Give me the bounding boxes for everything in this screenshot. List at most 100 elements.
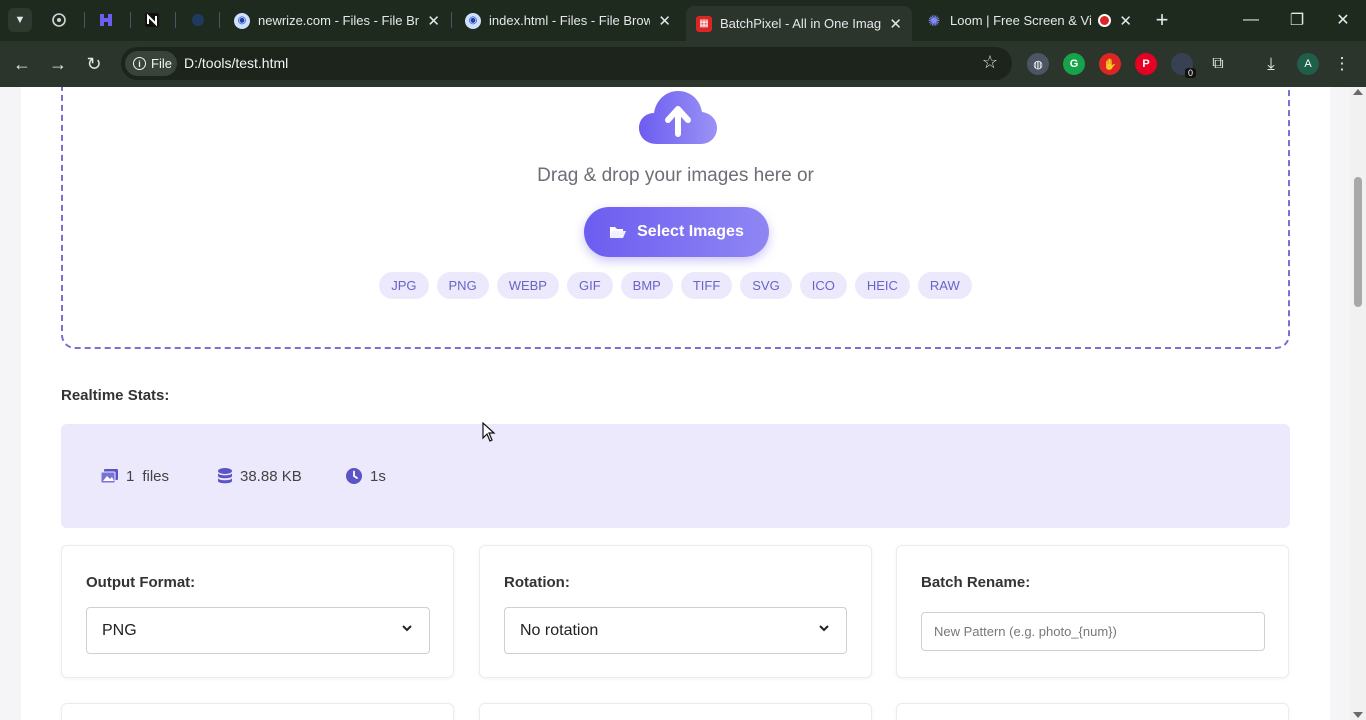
loom-icon: ✺ xyxy=(927,12,941,30)
format-badge: HEIC xyxy=(854,272,910,299)
batchpixel-icon: ▦ xyxy=(696,15,712,32)
tab-batchpixel[interactable]: ▦ BatchPixel - All in One Image C ✕ xyxy=(686,6,912,41)
app-icon xyxy=(192,14,204,26)
output-format-value: PNG xyxy=(102,621,137,639)
reload-icon: ↻ xyxy=(86,53,102,74)
reload-button[interactable]: ↻ xyxy=(81,51,107,77)
stat-size: 38.88 KB xyxy=(218,466,302,486)
supported-formats: JPG PNG WEBP GIF BMP TIFF SVG ICO HEIC R… xyxy=(63,272,1288,299)
batch-rename-label: Batch Rename: xyxy=(921,574,1031,591)
select-images-label: Select Images xyxy=(637,223,744,240)
tab-title: Loom | Free Screen & Vide xyxy=(950,13,1093,28)
chevron-down-icon: ▼ xyxy=(14,14,26,26)
select-images-button[interactable]: Select Images xyxy=(584,207,769,257)
option-card xyxy=(896,703,1289,720)
arrow-right-icon: → xyxy=(49,53,67,74)
stat-time: 1s xyxy=(346,466,386,486)
restore-icon: ❐ xyxy=(1289,12,1305,29)
menu-kebab-icon[interactable]: ⋮ xyxy=(1331,53,1353,75)
files-count: 1 xyxy=(126,467,135,485)
close-window-button[interactable]: ✕ xyxy=(1328,8,1358,32)
rotation-label: Rotation: xyxy=(504,574,570,591)
close-icon[interactable]: ✕ xyxy=(658,12,671,30)
rotation-card: Rotation: No rotation xyxy=(479,545,872,678)
hand-extension-icon[interactable]: ✋ xyxy=(1099,53,1121,75)
tab-separator xyxy=(219,12,220,28)
extensions-puzzle-icon[interactable]: ⧉ xyxy=(1207,53,1229,75)
url-text[interactable]: D:/tools/test.html xyxy=(184,55,288,71)
clock-icon xyxy=(346,468,362,484)
download-icon[interactable]: ⤓ xyxy=(1260,53,1282,75)
arrow-left-icon: ← xyxy=(13,53,31,74)
tab-index-html[interactable]: ◉ index.html - Files - File Browse ✕ xyxy=(455,6,681,35)
notion-icon xyxy=(145,13,159,27)
browser-toolbar: ← → ↻ i File D:/tools/test.html ☆ ◍ G ✋ … xyxy=(0,41,1366,87)
back-button[interactable]: ← xyxy=(9,51,35,77)
stats-heading: Realtime Stats: xyxy=(61,387,170,404)
globe-icon: ◉ xyxy=(465,12,481,29)
rotation-select[interactable]: No rotation xyxy=(504,607,847,654)
scrollbar-thumb[interactable] xyxy=(1354,177,1362,307)
page-viewport: Drag & drop your images here or Select I… xyxy=(0,87,1350,720)
elapsed-time: 1s xyxy=(370,467,386,485)
folder-open-icon xyxy=(610,227,627,238)
forward-button[interactable]: → xyxy=(45,51,71,77)
close-icon[interactable]: ✕ xyxy=(1119,12,1132,30)
close-icon[interactable]: ✕ xyxy=(889,15,902,33)
page-scrollbar[interactable] xyxy=(1350,87,1366,720)
profile-avatar[interactable]: A xyxy=(1297,53,1319,75)
tab-loom[interactable]: ✺ Loom | Free Screen & Vide ✕ xyxy=(916,6,1142,35)
extension-badge-icon[interactable]: 0 xyxy=(1171,53,1196,78)
tab-title: BatchPixel - All in One Image C xyxy=(720,16,882,31)
restore-button[interactable]: ❐ xyxy=(1282,8,1312,32)
main-container: Drag & drop your images here or Select I… xyxy=(21,87,1330,720)
upload-dropzone[interactable]: Drag & drop your images here or Select I… xyxy=(61,87,1290,349)
mouse-cursor-icon xyxy=(482,422,496,442)
site-info-chip[interactable]: i File xyxy=(125,51,177,76)
recording-icon xyxy=(1098,14,1112,27)
address-bar[interactable]: i File D:/tools/test.html ☆ xyxy=(121,47,1012,80)
format-badge: TIFF xyxy=(680,272,733,299)
minimize-icon: — xyxy=(1243,11,1259,28)
globe-extension-icon[interactable]: ◍ xyxy=(1027,53,1049,75)
chevron-down-icon xyxy=(819,625,829,632)
chevron-down-icon xyxy=(402,625,412,632)
pinned-tab-h[interactable] xyxy=(95,9,117,31)
rotation-value: No rotation xyxy=(520,621,599,639)
tab-search-button[interactable]: ▼ xyxy=(8,8,32,32)
scroll-up-arrow-icon[interactable] xyxy=(1353,89,1363,95)
format-badge: GIF xyxy=(566,272,613,299)
extension-badge: 0 xyxy=(1184,68,1196,78)
format-badge: PNG xyxy=(436,272,489,299)
tab-title: newrize.com - Files - File Brow xyxy=(258,13,420,28)
plus-icon: + xyxy=(1155,7,1169,32)
minimize-button[interactable]: — xyxy=(1236,8,1266,32)
format-badge: SVG xyxy=(740,272,792,299)
tab-newrize[interactable]: ◉ newrize.com - Files - File Brow ✕ xyxy=(224,6,450,35)
profile-initial: A xyxy=(1304,58,1312,70)
grammarly-icon[interactable]: G xyxy=(1063,53,1085,75)
scroll-down-arrow-icon[interactable] xyxy=(1353,712,1363,718)
pinterest-icon[interactable]: P xyxy=(1135,53,1157,75)
pinned-tab-dark[interactable] xyxy=(187,9,209,31)
new-tab-button[interactable]: + xyxy=(1150,7,1174,32)
close-icon: ✕ xyxy=(1336,12,1350,29)
tab-separator xyxy=(175,12,176,28)
batch-rename-input[interactable]: New Pattern (e.g. photo_{num}) xyxy=(921,612,1265,651)
output-format-select[interactable]: PNG xyxy=(86,607,430,654)
pinned-tab-notion[interactable] xyxy=(141,9,163,31)
format-badge: JPG xyxy=(379,272,429,299)
tab-title: index.html - Files - File Browse xyxy=(489,13,651,28)
pinned-tab-chatgpt[interactable] xyxy=(48,9,70,31)
format-badge: ICO xyxy=(799,272,847,299)
format-badge: BMP xyxy=(620,272,673,299)
database-icon xyxy=(218,468,232,484)
images-icon xyxy=(101,469,118,483)
openai-icon xyxy=(52,13,66,27)
output-format-label: Output Format: xyxy=(86,574,196,591)
close-icon[interactable]: ✕ xyxy=(427,12,440,30)
bookmark-star-icon[interactable]: ☆ xyxy=(982,52,998,73)
h-logo-icon xyxy=(100,14,112,26)
cloud-upload-icon xyxy=(639,91,717,144)
option-card xyxy=(479,703,872,720)
